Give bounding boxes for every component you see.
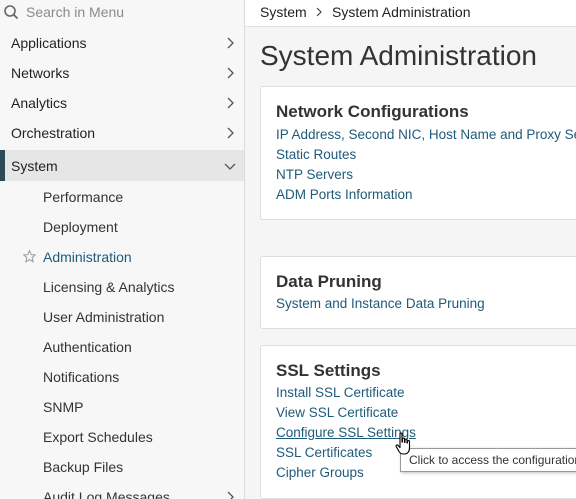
sidebar-subitem-label: Deployment	[43, 219, 118, 235]
sidebar-item-analytics[interactable]: Analytics	[0, 88, 244, 118]
sidebar-subitem-label: Authentication	[43, 339, 132, 355]
tooltip: Click to access the configuration	[400, 448, 576, 472]
sidebar-subitem-label: Performance	[43, 189, 124, 205]
star-icon[interactable]	[23, 250, 36, 263]
breadcrumb-system-link[interactable]: System	[260, 4, 307, 20]
sidebar-subitem-audit-log-messages[interactable]: Audit Log Messages	[0, 482, 244, 499]
sidebar-subitem-performance[interactable]: Performance	[0, 182, 244, 212]
breadcrumb: System System Administration	[245, 0, 576, 27]
sidebar-subitem-label: Backup Files	[43, 459, 124, 475]
sidebar-subitem-licensing-analytics[interactable]: Licensing & Analytics	[0, 272, 244, 302]
link-ip-address[interactable]: IP Address, Second NIC, Host Name and Pr…	[276, 127, 576, 142]
chevron-right-icon	[227, 127, 234, 139]
sidebar-subitem-backup-files[interactable]: Backup Files	[0, 452, 244, 482]
sidebar-item-label: Orchestration	[11, 125, 96, 141]
sidebar-item-label: System	[11, 157, 58, 174]
sidebar-subitem-export-schedules[interactable]: Export Schedules	[0, 422, 244, 452]
sidebar-subitem-label: SNMP	[43, 399, 84, 415]
link-install-ssl-certificate[interactable]: Install SSL Certificate	[276, 385, 405, 400]
chevron-right-icon	[227, 97, 234, 109]
link-data-pruning[interactable]: System and Instance Data Pruning	[276, 296, 485, 311]
breadcrumb-current: System Administration	[332, 4, 471, 20]
sidebar-subitem-label: User Administration	[43, 309, 165, 325]
main-content: System System Administration System Admi…	[245, 0, 576, 499]
chevron-right-icon	[227, 37, 234, 49]
chevron-right-icon	[227, 67, 234, 79]
sidebar-subitem-administration[interactable]: Administration	[0, 242, 244, 272]
sidebar-subitem-label: Export Schedules	[43, 429, 153, 445]
card-title: SSL Settings	[276, 361, 381, 380]
link-ssl-certificates[interactable]: SSL Certificates	[276, 445, 372, 460]
data-pruning-card: Data Pruning System and Instance Data Pr…	[260, 256, 576, 329]
search-box	[0, 0, 244, 26]
sidebar-subitem-user-administration[interactable]: User Administration	[0, 302, 244, 332]
sidebar-subitem-label: Audit Log Messages	[43, 489, 170, 499]
page-title: System Administration	[260, 40, 537, 71]
search-input[interactable]	[26, 3, 226, 21]
link-ntp-servers[interactable]: NTP Servers	[276, 167, 353, 182]
sidebar-subitem-label: Licensing & Analytics	[43, 279, 175, 295]
sidebar-subitem-label: Administration	[43, 249, 132, 265]
link-view-ssl-certificate[interactable]: View SSL Certificate	[276, 405, 398, 420]
sidebar-subitem-snmp[interactable]: SNMP	[0, 392, 244, 422]
hand-cursor-icon	[395, 432, 411, 455]
link-cipher-groups[interactable]: Cipher Groups	[276, 465, 364, 480]
sidebar-subitem-authentication[interactable]: Authentication	[0, 332, 244, 362]
sidebar-item-label: Analytics	[11, 95, 68, 111]
sidebar-subitem-deployment[interactable]: Deployment	[0, 212, 244, 242]
card-title: Network Configurations	[276, 102, 469, 121]
sidebar: Applications Networks Analytics Orchestr…	[0, 0, 245, 499]
chevron-right-icon	[316, 7, 322, 17]
ssl-settings-card: SSL Settings Install SSL Certificate Vie…	[260, 345, 576, 499]
sidebar-item-system[interactable]: System	[0, 150, 244, 181]
sidebar-subitem-label: Notifications	[43, 369, 120, 385]
chevron-down-icon	[224, 163, 236, 170]
sidebar-item-applications[interactable]: Applications	[0, 28, 244, 58]
sidebar-item-orchestration[interactable]: Orchestration	[0, 118, 244, 148]
chevron-right-icon	[227, 491, 234, 499]
sidebar-subitem-notifications[interactable]: Notifications	[0, 362, 244, 392]
link-adm-ports[interactable]: ADM Ports Information	[276, 187, 413, 202]
sidebar-item-label: Applications	[11, 35, 87, 51]
card-title: Data Pruning	[276, 272, 382, 291]
sidebar-item-label: Networks	[11, 65, 70, 81]
network-configurations-card: Network Configurations IP Address, Secon…	[260, 86, 576, 220]
search-icon	[4, 5, 19, 20]
link-static-routes[interactable]: Static Routes	[276, 147, 356, 162]
sidebar-item-networks[interactable]: Networks	[0, 58, 244, 88]
